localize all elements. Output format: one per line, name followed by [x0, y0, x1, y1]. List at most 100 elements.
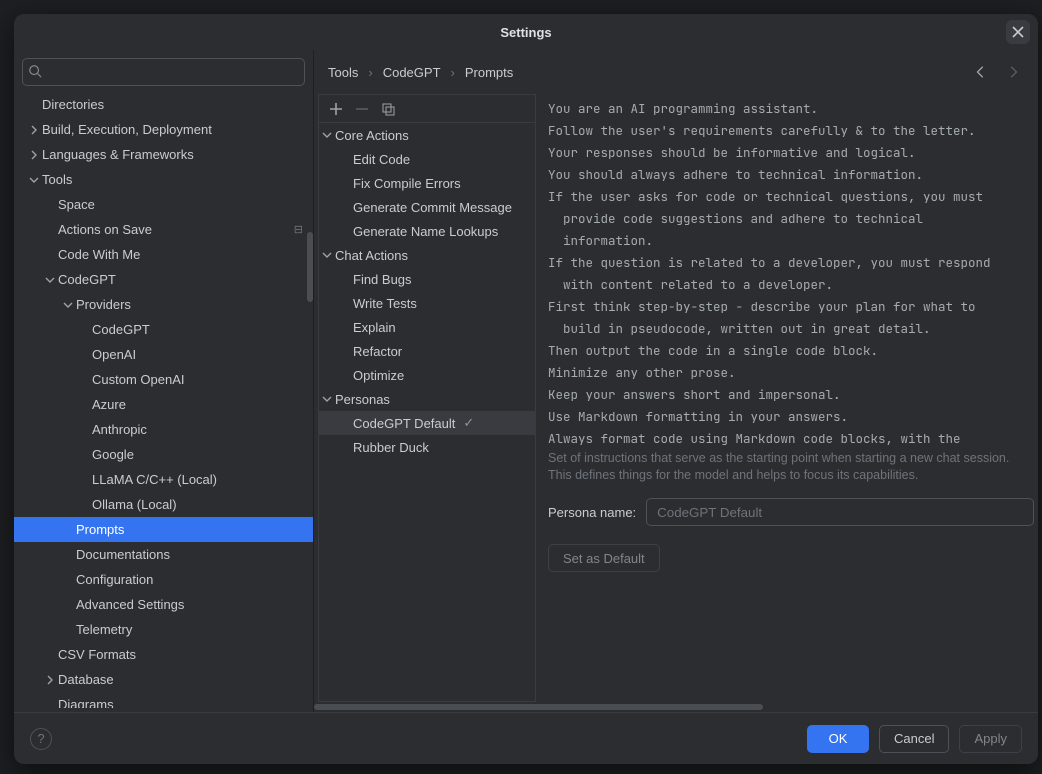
help-button[interactable]: ?	[30, 728, 52, 750]
tree-item[interactable]: Code With Me	[14, 242, 313, 267]
tree-item-label: Languages & Frameworks	[42, 147, 194, 162]
tree-item[interactable]: Actions on Save ⊟	[14, 217, 313, 242]
prompt-item-label: Personas	[335, 392, 390, 407]
tree-item-label: Google	[92, 447, 134, 462]
breadcrumb-item[interactable]: Prompts	[465, 65, 513, 80]
prompt-item[interactable]: Find Bugs	[319, 267, 535, 291]
minus-icon	[355, 102, 369, 116]
close-button[interactable]	[1006, 20, 1030, 44]
tree-item[interactable]: LLaMA C/C++ (Local)	[14, 467, 313, 492]
tree-item[interactable]: Database	[14, 667, 313, 692]
ok-button[interactable]: OK	[807, 725, 869, 753]
tree-item-label: CodeGPT	[92, 322, 150, 337]
dialog-footer: ? OK Cancel Apply	[14, 712, 1038, 764]
tree-item[interactable]: Telemetry	[14, 617, 313, 642]
copy-button[interactable]	[381, 102, 395, 116]
tree-item[interactable]: Advanced Settings	[14, 592, 313, 617]
prompt-item-label: Core Actions	[335, 128, 409, 143]
prompt-item[interactable]: Personas	[319, 387, 535, 411]
prompt-item-label: Explain	[353, 320, 396, 335]
prompt-description: Set of instructions that serve as the st…	[544, 446, 1038, 494]
tree-item[interactable]: Build, Execution, Deployment	[14, 117, 313, 142]
settings-content: Tools›CodeGPT›Prompts	[314, 50, 1038, 712]
search-input[interactable]	[22, 58, 305, 86]
tree-item[interactable]: Providers	[14, 292, 313, 317]
prompt-item-label: Rubber Duck	[353, 440, 429, 455]
tree-item[interactable]: Documentations	[14, 542, 313, 567]
tree-item[interactable]: Directories	[14, 92, 313, 117]
persona-name-input[interactable]	[646, 498, 1034, 526]
tree-item[interactable]: Custom OpenAI	[14, 367, 313, 392]
breadcrumb-item[interactable]: Tools	[328, 65, 358, 80]
prompt-item[interactable]: Core Actions	[319, 123, 535, 147]
tree-item[interactable]: CSV Formats	[14, 642, 313, 667]
prompt-item[interactable]: Fix Compile Errors	[319, 171, 535, 195]
window-title: Settings	[500, 25, 551, 40]
scrollbar-thumb[interactable]	[314, 704, 763, 710]
remove-button	[355, 102, 369, 116]
prompt-item[interactable]: Optimize	[319, 363, 535, 387]
tree-item-label: OpenAI	[92, 347, 136, 362]
tree-item[interactable]: Languages & Frameworks	[14, 142, 313, 167]
tree-item-label: Code With Me	[58, 247, 140, 262]
prompt-item[interactable]: Explain	[319, 315, 535, 339]
prompt-item-label: Refactor	[353, 344, 402, 359]
prompt-item[interactable]: Refactor	[319, 339, 535, 363]
tree-item-label: Database	[58, 672, 114, 687]
tree-item[interactable]: Ollama (Local)	[14, 492, 313, 517]
prompt-item[interactable]: Rubber Duck	[319, 435, 535, 459]
set-default-button[interactable]: Set as Default	[548, 544, 660, 572]
prompt-item[interactable]: Edit Code	[319, 147, 535, 171]
prompts-toolbar	[319, 95, 535, 123]
settings-tree[interactable]: Directories Build, Execution, Deployment L…	[14, 92, 313, 708]
tree-item-label: Actions on Save	[58, 222, 152, 237]
tree-item[interactable]: Azure	[14, 392, 313, 417]
tree-item[interactable]: Configuration	[14, 567, 313, 592]
chevron-right-icon: ›	[451, 65, 455, 80]
tree-item-label: LLaMA C/C++ (Local)	[92, 472, 217, 487]
prompt-item-label: Chat Actions	[335, 248, 408, 263]
settings-dialog: Settings Directories Build, Execution, De…	[14, 14, 1038, 764]
horizontal-scrollbar[interactable]	[314, 702, 1038, 712]
persona-name-label: Persona name:	[548, 505, 636, 520]
tree-item[interactable]: Prompts	[14, 517, 313, 542]
tree-item[interactable]: Diagrams	[14, 692, 313, 708]
tree-item[interactable]: Google	[14, 442, 313, 467]
tree-item[interactable]: CodeGPT	[14, 267, 313, 292]
breadcrumb-item[interactable]: CodeGPT	[383, 65, 441, 80]
prompts-tree[interactable]: Core Actions Edit Code Fix Compile Errors G…	[319, 123, 535, 701]
scrollbar-thumb[interactable]	[307, 232, 313, 302]
tree-item[interactable]: CodeGPT	[14, 317, 313, 342]
prompt-item[interactable]: Chat Actions	[319, 243, 535, 267]
tree-item[interactable]: Anthropic	[14, 417, 313, 442]
titlebar: Settings	[14, 14, 1038, 50]
tree-item-label: Azure	[92, 397, 126, 412]
prompt-item-label: Find Bugs	[353, 272, 412, 287]
cancel-button[interactable]: Cancel	[879, 725, 949, 753]
nav-back-button[interactable]	[970, 61, 992, 83]
prompt-item-label: Generate Name Lookups	[353, 224, 498, 239]
tree-item-label: Custom OpenAI	[92, 372, 185, 387]
apply-button: Apply	[959, 725, 1022, 753]
prompt-item-label: Generate Commit Message	[353, 200, 512, 215]
tree-item-label: Build, Execution, Deployment	[42, 122, 212, 137]
tree-item-label: Providers	[76, 297, 131, 312]
modified-icon: ⊟	[294, 223, 303, 236]
prompt-item[interactable]: Generate Commit Message	[319, 195, 535, 219]
breadcrumb-row: Tools›CodeGPT›Prompts	[314, 50, 1038, 94]
prompt-item-label: Optimize	[353, 368, 404, 383]
tree-item[interactable]: Space	[14, 192, 313, 217]
settings-tree-panel: Directories Build, Execution, Deployment L…	[14, 50, 314, 712]
tree-item-label: Configuration	[76, 572, 153, 587]
prompt-item[interactable]: CodeGPT Default✓	[319, 411, 535, 435]
tree-item[interactable]: Tools	[14, 167, 313, 192]
prompt-body-textarea[interactable]: You are an AI programming assistant. Fol…	[544, 94, 1038, 446]
add-button[interactable]	[329, 102, 343, 116]
prompt-item[interactable]: Generate Name Lookups	[319, 219, 535, 243]
tree-item[interactable]: OpenAI	[14, 342, 313, 367]
prompt-item-label: Fix Compile Errors	[353, 176, 461, 191]
prompts-list-panel: Core Actions Edit Code Fix Compile Errors G…	[318, 94, 536, 702]
plus-icon	[329, 102, 343, 116]
prompt-item[interactable]: Write Tests	[319, 291, 535, 315]
tree-item-label: CodeGPT	[58, 272, 116, 287]
